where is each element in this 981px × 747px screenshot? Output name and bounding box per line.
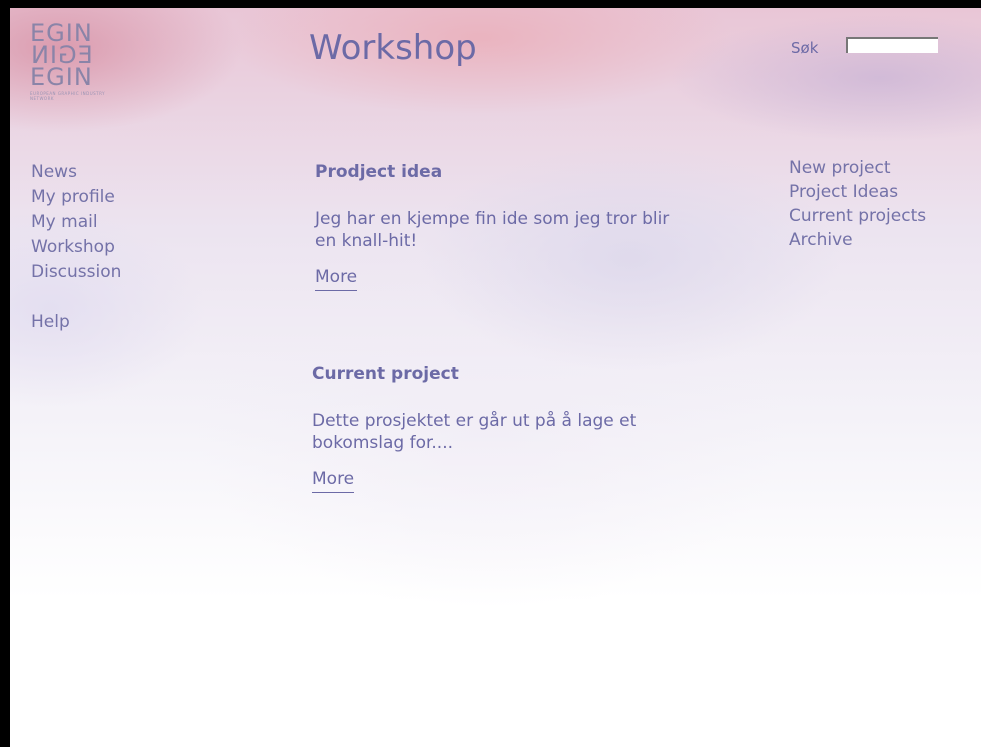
subnav-current-projects[interactable]: Current projects [789, 204, 926, 228]
left-navigation: News My profile My mail Workshop Discuss… [31, 160, 121, 335]
nav-item-discussion[interactable]: Discussion [31, 260, 121, 285]
project-idea-heading: Prodject idea [315, 162, 443, 182]
nav-item-news[interactable]: News [31, 160, 121, 185]
search-label: Søk [791, 39, 819, 57]
nav-item-my-profile[interactable]: My profile [31, 185, 121, 210]
current-project-text: Dette prosjektet er går ut på å lage et … [312, 411, 637, 453]
current-project-more-link[interactable]: More [312, 469, 355, 493]
current-project-section: Current project Dette prosjektet er går … [312, 364, 732, 493]
subnav-archive[interactable]: Archive [789, 228, 926, 252]
page-title: Workshop [309, 28, 477, 68]
logo-tagline: EUROPEAN GRAPHIC INDUSTRY NETWORK [30, 91, 106, 101]
project-idea-more-link[interactable]: More [315, 267, 358, 291]
project-idea-section: Prodject idea Jeg har en kjempe fin ide … [315, 162, 695, 291]
subnav-new-project[interactable]: New project [789, 156, 926, 180]
search-input[interactable] [846, 37, 938, 53]
subnav-project-ideas[interactable]: Project Ideas [789, 180, 926, 204]
current-project-heading: Current project [312, 364, 459, 384]
nav-item-my-mail[interactable]: My mail [31, 210, 121, 235]
logo-line-2-mirrored: EGIN [30, 41, 93, 69]
egin-logo[interactable]: EGIN EGIN EGIN EUROPEAN GRAPHIC INDUSTRY… [30, 21, 118, 118]
right-navigation: New project Project Ideas Current projec… [789, 156, 926, 252]
logo-line-3: EGIN [30, 63, 93, 91]
nav-item-help[interactable]: Help [31, 310, 121, 335]
page-canvas: EGIN EGIN EGIN EUROPEAN GRAPHIC INDUSTRY… [10, 8, 981, 747]
nav-item-workshop[interactable]: Workshop [31, 235, 121, 260]
project-idea-text: Jeg har en kjempe fin ide som jeg tror b… [315, 209, 670, 251]
